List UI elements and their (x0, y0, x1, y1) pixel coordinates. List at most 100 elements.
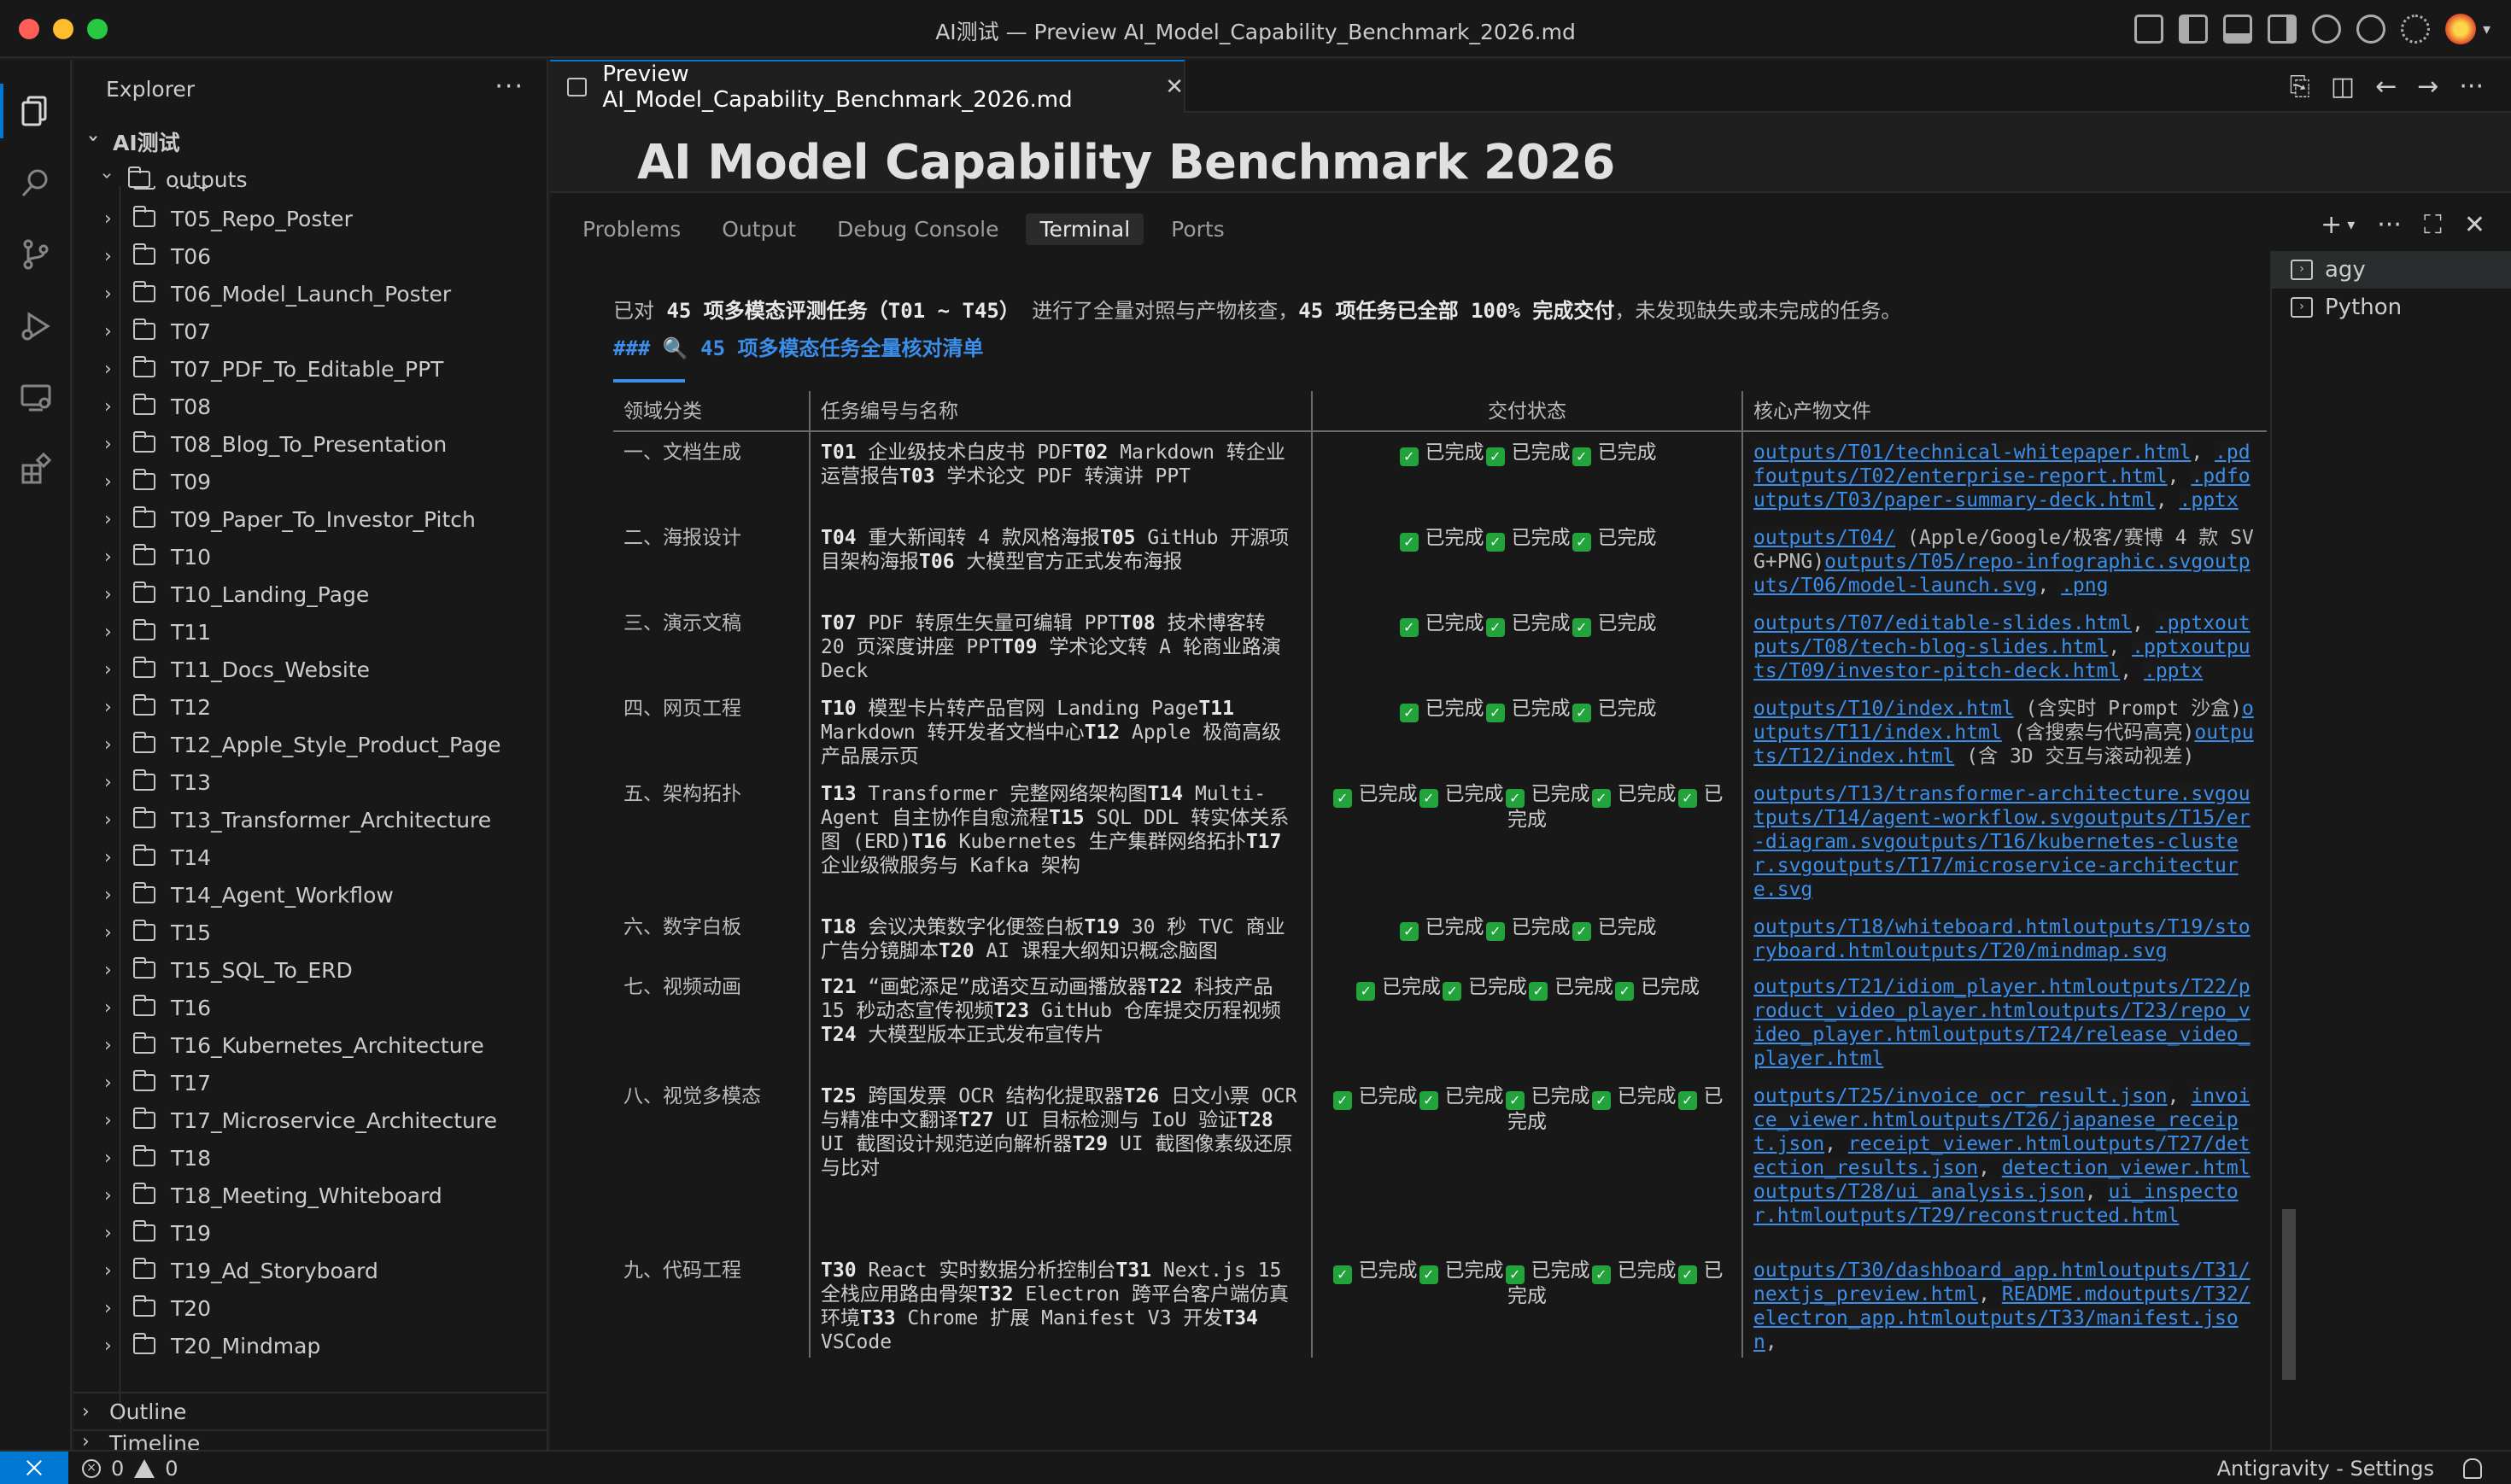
tree-item-folder[interactable]: › T09 (73, 463, 547, 500)
file-path-link[interactable]: outputs/T13/transformer-architecture.svg… (1753, 783, 2251, 901)
tree-item-folder[interactable]: › T11 (73, 613, 547, 651)
source-control-icon[interactable] (19, 237, 53, 272)
status-text: 已完成 (1617, 1259, 1677, 1282)
search-icon[interactable] (2311, 15, 2341, 44)
more-actions-icon[interactable]: ··· (495, 72, 524, 102)
tree-item-folder[interactable]: › T15_SQL_To_ERD (73, 951, 547, 989)
maximize-panel-icon[interactable]: ⛶ (2424, 210, 2442, 240)
close-panel-icon[interactable]: ✕ (2464, 210, 2485, 240)
close-icon[interactable]: ✕ (1165, 74, 1184, 100)
split-editor-icon[interactable]: ◫ (2331, 72, 2355, 102)
more-actions-icon[interactable]: ··· (2377, 210, 2402, 240)
remote-explorer-icon[interactable] (19, 381, 53, 415)
tree-item-folder[interactable]: › T18_Meeting_Whiteboard (73, 1177, 547, 1214)
panel-tab-terminal[interactable]: Terminal (1026, 213, 1144, 245)
file-path-link[interactable]: outputs/T05/repo-infographic.svgoutputs/… (1753, 551, 2251, 597)
search-icon[interactable] (19, 166, 53, 200)
status-badge: ✓ 已完成 (1332, 783, 1418, 808)
tab-preview-benchmark[interactable]: Preview AI_Model_Capability_Benchmark_20… (550, 60, 1185, 113)
panel-tab-output[interactable]: Output (722, 213, 796, 245)
remote-indicator-icon[interactable]: ⨉ (0, 1452, 68, 1484)
file-path-link[interactable]: outputs/T21/idiom_player.htmloutputs/T22… (1753, 976, 2251, 1070)
file-path-link[interactable]: outputs/T10/index.html (1753, 698, 2014, 720)
problems-status[interactable]: × 0 0 (82, 1457, 179, 1481)
panel-tab-problems[interactable]: Problems (582, 213, 681, 245)
tree-item-folder[interactable]: › T12 (73, 688, 547, 726)
notifications-icon[interactable] (2463, 1458, 2482, 1479)
chevron-down-icon[interactable]: ▾ (2483, 20, 2491, 38)
chevron-down-icon[interactable]: ▾ (2347, 216, 2355, 234)
extensions-icon[interactable] (19, 452, 53, 487)
explorer-icon[interactable] (0, 84, 53, 138)
new-terminal-icon[interactable]: + (2321, 210, 2342, 240)
table-row: 三、演示文稿 T07 PDF 转原生矢量可编辑 PPTT08 技术博客转 20 页… (613, 603, 2267, 688)
terminal-instance[interactable]: › agy (2272, 251, 2511, 289)
tree-item-folder[interactable]: › T09_Paper_To_Investor_Pitch (73, 500, 547, 538)
panel-tab-ports[interactable]: Ports (1171, 213, 1225, 245)
tree-item-label: T16 (171, 995, 212, 1020)
file-path-link[interactable]: outputs/T07/editable-slides.html (1753, 612, 2133, 634)
toggle-secondary-sidebar-icon[interactable] (2267, 15, 2297, 44)
file-note: , (2120, 660, 2144, 682)
tree-item-folder[interactable]: › T12_Apple_Style_Product_Page (73, 726, 547, 763)
tree-item-folder[interactable]: › T06_Model_Launch_Poster (73, 275, 547, 313)
gear-icon[interactable] (2400, 15, 2430, 44)
file-path-link[interactable]: outputs/T18/whiteboard.htmloutputs/T19/s… (1753, 916, 2251, 962)
tree-item-folder[interactable]: › T16 (73, 989, 547, 1026)
file-path-link[interactable]: outputs/T01/technical-whitepaper.html (1753, 441, 2192, 464)
tree-item-folder[interactable]: › T08 (73, 388, 547, 425)
tree-item-folder[interactable]: › T15 (73, 914, 547, 951)
tree-item-folder[interactable]: › T19 (73, 1214, 547, 1252)
browser-icon[interactable] (2356, 15, 2385, 44)
tree-item-folder[interactable]: › T11_Docs_Website (73, 651, 547, 688)
tree-item-folder[interactable]: › T13_Transformer_Architecture (73, 801, 547, 838)
file-path-link[interactable]: outputs/T25/invoice_ocr_result.json (1753, 1085, 2168, 1107)
outline-section[interactable]: › Outline (73, 1392, 547, 1429)
tree-item-folder[interactable]: › T10_Landing_Page (73, 575, 547, 613)
file-path-link[interactable]: .pptx (2143, 660, 2204, 682)
panel-tab-debug-console[interactable]: Debug Console (837, 213, 998, 245)
tree-item-folder[interactable]: › T05_Repo_Poster (73, 200, 547, 237)
tree-item-folder[interactable]: › T07_PDF_To_Editable_PPT (73, 350, 547, 388)
customize-layout-icon[interactable] (2133, 15, 2163, 44)
status-badge: ✓ 已完成 (1398, 527, 1484, 552)
tree-item-label: T06 (171, 243, 212, 269)
folder-icon (132, 206, 155, 227)
tree-item-folder[interactable]: › T14_Agent_Workflow (73, 876, 547, 914)
tree-item-folder[interactable]: › T06 (73, 237, 547, 275)
tree-item-folder[interactable]: › T13 (73, 763, 547, 801)
tree-item-folder[interactable]: › T10 (73, 538, 547, 575)
terminal-output[interactable]: 已对 45 项多模态评测任务（T01 ~ T45） 进行了全量对照与产物核查，4… (593, 294, 2304, 1421)
file-path-link[interactable]: outputs/T04/ (1753, 527, 1896, 549)
file-path-link[interactable]: .png (2061, 575, 2109, 597)
workspace-root[interactable]: › AI测试 (80, 123, 180, 161)
go-back-icon[interactable]: ← (2375, 72, 2397, 102)
tree-item-folder[interactable]: › T18 (73, 1139, 547, 1177)
tree-item-folder[interactable]: › T07 (73, 313, 547, 350)
task-cell: T07 PDF 转原生矢量可编辑 PPTT08 技术博客转 20 页深度讲座 P… (810, 603, 1313, 688)
file-tree[interactable]: › T05 › T05_Repo_Poster › T06 › T06_Model_Launc… (73, 186, 547, 1423)
tree-item-folder[interactable]: › T20_Mindmap (73, 1327, 547, 1364)
tree-item-label: T09 (171, 469, 212, 494)
run-debug-icon[interactable] (19, 309, 53, 343)
tree-item-folder[interactable]: › T16_Kubernetes_Architecture (73, 1026, 547, 1064)
terminal-instance[interactable]: › Python (2272, 289, 2511, 326)
toggle-primary-sidebar-icon[interactable] (2178, 15, 2208, 44)
status-text: 已完成 (1531, 1259, 1590, 1282)
tree-item-folder[interactable]: › T19_Ad_Storyboard (73, 1252, 547, 1289)
tree-item-folder[interactable]: › T17 (73, 1064, 547, 1101)
tree-item-folder[interactable]: › T14 (73, 838, 547, 876)
more-actions-icon[interactable]: ··· (2459, 72, 2484, 102)
settings-status[interactable]: Antigravity - Settings (2217, 1457, 2434, 1481)
avatar[interactable] (2444, 14, 2476, 44)
go-forward-icon[interactable]: → (2417, 72, 2438, 102)
task-id: T05 (1099, 527, 1136, 549)
tree-item-folder[interactable]: › T20 (73, 1289, 547, 1327)
open-source-icon[interactable]: ⎘ (2290, 72, 2310, 102)
tree-item-folder[interactable]: › T17_Microservice_Architecture (73, 1101, 547, 1139)
toggle-panel-icon[interactable] (2222, 15, 2252, 44)
tree-item-folder[interactable]: › T05 (73, 186, 547, 200)
tree-item-folder[interactable]: › T08_Blog_To_Presentation (73, 425, 547, 463)
timeline-section[interactable]: › Timeline (73, 1429, 547, 1450)
file-path-link[interactable]: .pptx (2179, 489, 2239, 511)
